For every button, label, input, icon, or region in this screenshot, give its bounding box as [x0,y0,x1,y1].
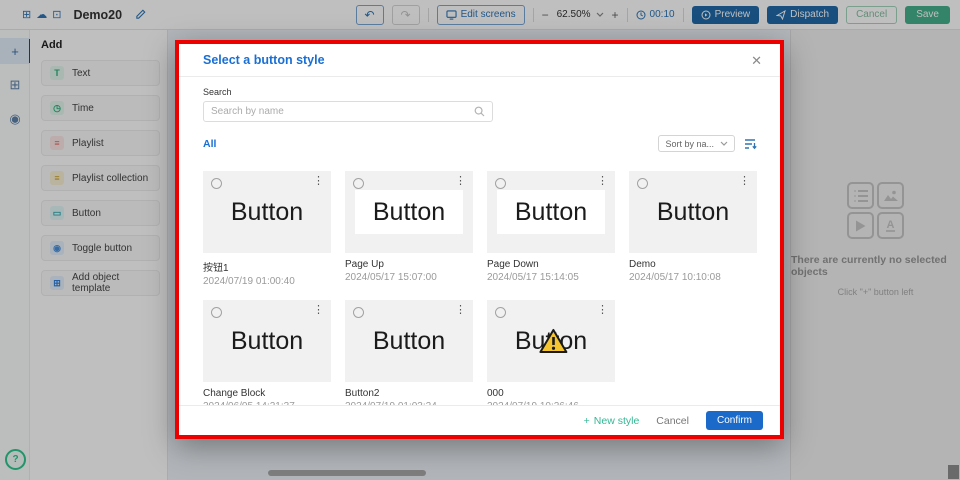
dialog-header: Select a button style ✕ [179,44,780,77]
sort-select[interactable]: Sort by na... [658,135,735,152]
kebab-menu-icon[interactable]: ⋮ [597,305,608,316]
dialog-body: Search Search by name All Sort by na... … [179,77,780,412]
style-radio[interactable] [353,178,364,189]
kebab-menu-icon[interactable]: ⋮ [313,176,324,187]
editor-app: ⊞ ☁ ⊡ Demo20 ↶ ↷ Edit screens − 62.50% [0,0,960,480]
button-preview-label: Button [231,327,303,356]
style-card[interactable]: Button ⋮ Page Up 2024/05/17 15:07:00 [345,171,473,287]
plus-icon: + [584,415,590,427]
dialog-footer: + New style Cancel Confirm [179,405,780,435]
button-preview-label: Button [515,198,587,227]
search-input[interactable]: Search by name [203,101,493,122]
style-preview[interactable]: Button ⋮ [203,171,331,253]
style-card[interactable]: Button⋮Change Block2024/06/05 14:21:37 [203,300,331,412]
style-preview[interactable]: Button⋮ [487,300,615,382]
style-timestamp: 2024/07/19 01:00:40 [203,276,331,287]
style-card[interactable]: Button ⋮ 按钮1 2024/07/19 01:00:40 [203,171,331,287]
style-preview[interactable]: Button ⋮ [487,171,615,253]
select-button-style-dialog: Select a button style ✕ Search Search by… [175,40,784,439]
kebab-menu-icon[interactable]: ⋮ [739,176,750,187]
style-name: 按钮1 [203,259,331,274]
close-icon[interactable]: ✕ [751,54,762,67]
style-radio[interactable] [353,307,364,318]
search-icon [474,106,485,117]
style-card[interactable]: Button⋮Button22024/07/19 01:03:24 [345,300,473,412]
filter-all-tab[interactable]: All [203,138,216,150]
new-style-button[interactable]: + New style [584,415,640,427]
dialog-cancel-button[interactable]: Cancel [656,415,689,427]
style-card[interactable]: Button ⋮ Page Down 2024/05/17 15:14:05 [487,171,615,287]
style-radio[interactable] [495,178,506,189]
confirm-button[interactable]: Confirm [706,411,763,430]
style-radio[interactable] [211,307,222,318]
sort-order-icon[interactable] [744,138,757,150]
chevron-down-icon [720,141,728,146]
style-name: Page Down [487,259,615,270]
style-preview[interactable]: Button ⋮ [345,171,473,253]
kebab-menu-icon[interactable]: ⋮ [313,305,324,316]
style-radio[interactable] [211,178,222,189]
kebab-menu-icon[interactable]: ⋮ [597,176,608,187]
style-grid: Button⋮按钮12024/07/19 01:00:40Button⋮Page… [203,171,757,412]
style-card[interactable]: Button⋮0002024/07/19 10:26:46 [487,300,615,412]
style-radio[interactable] [637,178,648,189]
kebab-menu-icon[interactable]: ⋮ [455,305,466,316]
kebab-menu-icon[interactable]: ⋮ [455,176,466,187]
button-preview-label: Button [373,198,445,227]
style-timestamp: 2024/05/17 10:10:08 [629,272,757,283]
style-timestamp: 2024/05/17 15:07:00 [345,272,473,283]
filter-row: All Sort by na... [203,135,757,152]
style-preview[interactable]: Button ⋮ [629,171,757,253]
style-name: Demo [629,259,757,270]
style-timestamp: 2024/05/17 15:14:05 [487,272,615,283]
button-preview-label: Button [231,198,303,227]
style-card[interactable]: Button ⋮ Demo 2024/05/17 10:10:08 [629,171,757,287]
style-preview[interactable]: Button ⋮ [203,300,331,382]
style-name: Change Block [203,388,331,399]
button-preview-label: Button [657,198,729,227]
search-placeholder: Search by name [211,106,284,117]
style-preview[interactable]: Button ⋮ [345,300,473,382]
search-label: Search [203,87,757,97]
dialog-title: Select a button style [203,53,325,67]
style-name: 000 [487,388,615,399]
style-name: Button2 [345,388,473,399]
style-name: Page Up [345,259,473,270]
warning-icon [538,328,568,359]
style-radio[interactable] [495,307,506,318]
button-preview-label: Button [373,327,445,356]
